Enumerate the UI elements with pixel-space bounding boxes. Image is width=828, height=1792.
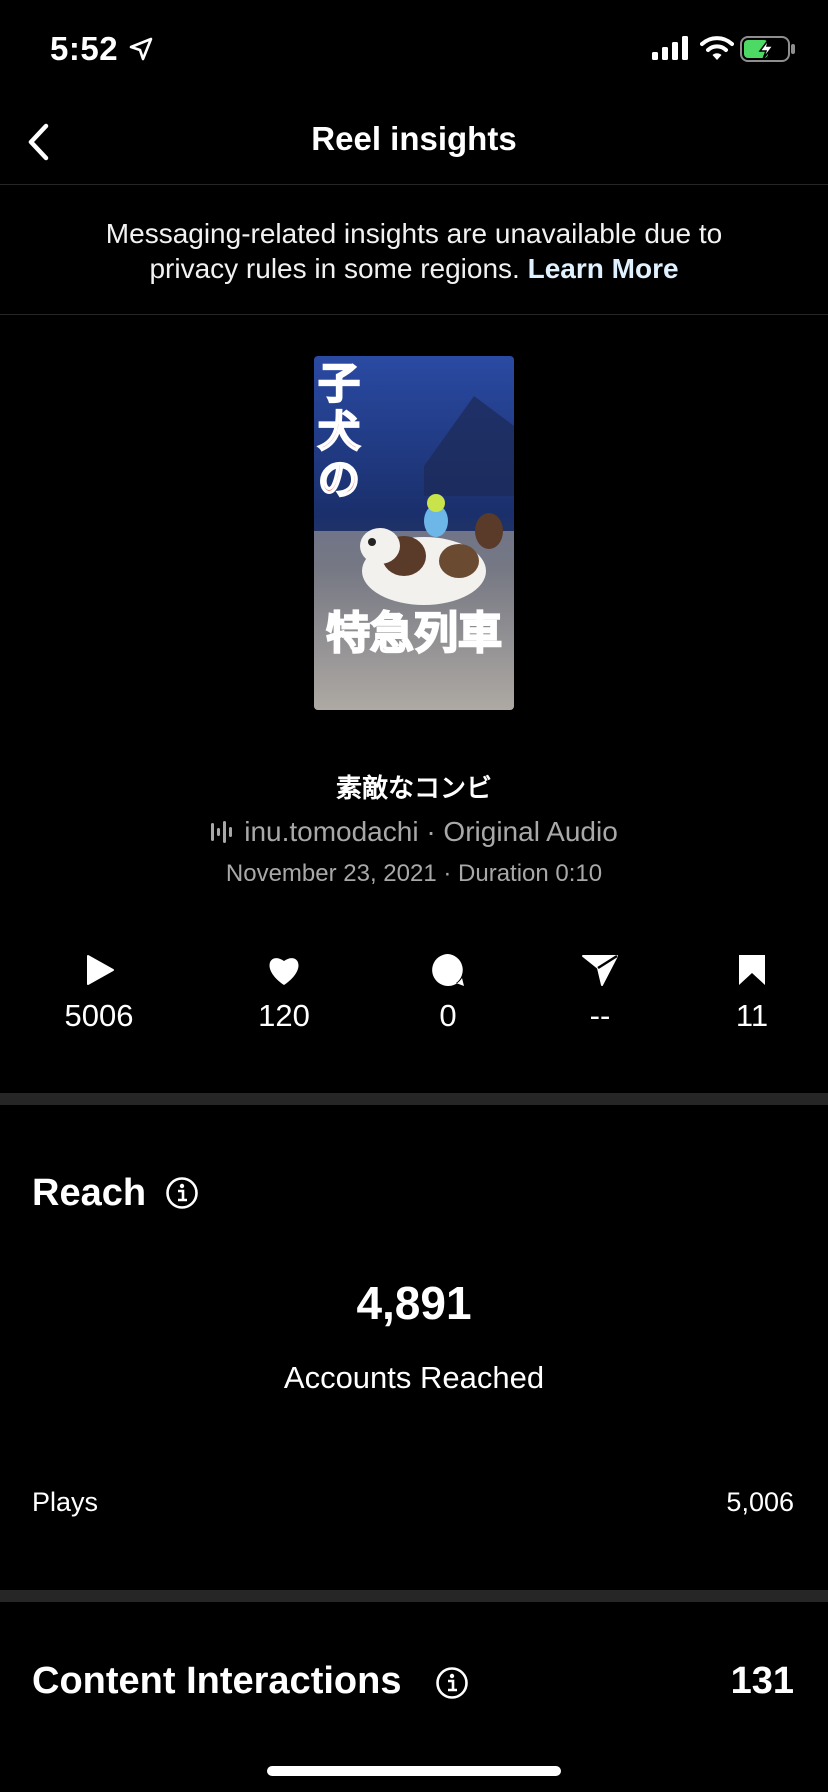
metric-shares: -- [540,950,660,1034]
bookmark-icon [692,950,812,990]
location-arrow-icon [128,36,154,67]
info-icon[interactable] [165,1176,199,1215]
section-divider [0,1093,828,1105]
audio-row[interactable]: inu.tomodachi · Original Audio [0,816,828,852]
audio-text: inu.tomodachi · Original Audio [244,816,618,847]
thumbnail-text-bottom: 特急列車 [326,608,502,659]
learn-more-link[interactable]: Learn More [528,253,679,284]
metric-value: -- [589,998,611,1033]
status-bar: 5:52 [0,0,828,100]
section-divider [0,1590,828,1602]
comment-icon [388,950,508,990]
cellular-signal-icon [652,36,690,65]
audio-waveform-icon [210,819,236,852]
metrics-row: 5006 120 0 -- 11 [0,950,828,1050]
svg-text:の: の [318,455,360,504]
share-icon [540,950,660,990]
svg-text:犬: 犬 [318,407,360,456]
metric-value: 120 [258,998,310,1033]
privacy-notice: Messaging-related insights are unavailab… [0,185,828,315]
date-duration: November 23, 2021 · Duration 0:10 [225,860,603,887]
reel-caption: 素敵なコンビ [335,773,492,803]
reach-title: Reach [32,1172,147,1214]
plays-label: Plays [32,1487,99,1517]
reel-thumbnail[interactable]: 子 犬 の 特急列車 [314,356,514,710]
play-icon [39,950,159,990]
status-time: 5:52 [50,30,119,67]
metric-saves: 11 [692,950,812,1034]
info-icon[interactable] [435,1666,469,1705]
thumbnail-text-top-line1: 子 [318,359,360,408]
metric-value: 5006 [64,998,134,1033]
home-indicator[interactable] [267,1766,561,1776]
metric-comments: 0 [388,950,508,1034]
accounts-reached-label: Accounts Reached [283,1360,545,1395]
metric-value: 11 [735,998,769,1033]
page-title: Reel insights [311,120,517,157]
metric-plays: 5006 [39,950,159,1034]
metric-likes: 120 [224,950,344,1034]
heart-icon [224,950,344,990]
battery-charging-icon [740,36,796,67]
content-interactions-title: Content Interactions [32,1660,402,1702]
metric-value: 0 [439,998,457,1033]
plays-value: 5,006 [726,1487,794,1517]
wifi-icon [700,35,734,66]
accounts-reached-value: 4,891 [356,1277,472,1329]
header: Reel insights [0,100,828,185]
content-interactions-value: 131 [730,1660,794,1702]
